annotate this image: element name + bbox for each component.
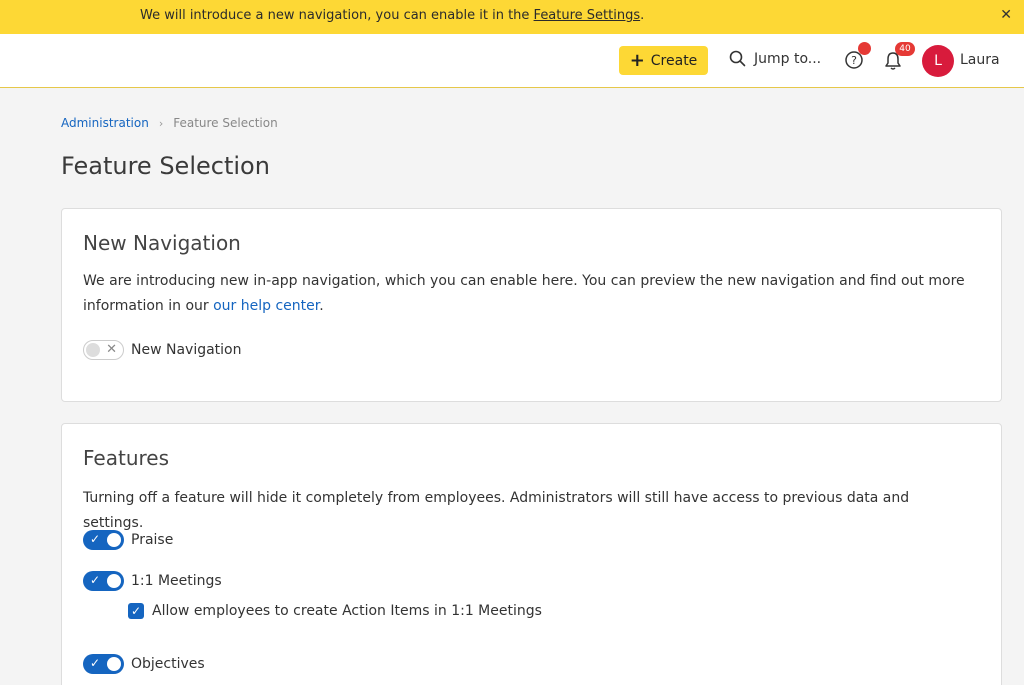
feature-row-praise: ✓ Praise	[83, 530, 173, 550]
help-notification-dot	[858, 42, 871, 55]
new-navigation-card: New Navigation We are introducing new in…	[61, 208, 1002, 402]
feature-settings-link[interactable]: Feature Settings	[534, 8, 641, 23]
new-navigation-desc-end: .	[319, 298, 324, 314]
new-navigation-toggle-row: ✕ New Navigation	[83, 340, 242, 360]
create-label: Create	[650, 52, 698, 69]
breadcrumb-current: Feature Selection	[173, 116, 278, 130]
svg-text:?: ?	[851, 54, 857, 67]
features-title: Features	[83, 446, 169, 470]
objectives-label: Objectives	[131, 656, 205, 672]
action-items-label: Allow employees to create Action Items i…	[152, 603, 542, 619]
plus-icon: +	[629, 49, 645, 71]
features-card: Features Turning off a feature will hide…	[61, 423, 1002, 685]
praise-toggle[interactable]: ✓	[83, 530, 124, 550]
jump-to-search[interactable]: Jump to...	[729, 50, 821, 67]
page-title: Feature Selection	[61, 152, 270, 180]
toggle-knob	[86, 343, 100, 357]
create-button[interactable]: + Create	[619, 46, 708, 75]
features-description: Turning off a feature will hide it compl…	[83, 490, 910, 531]
top-navigation-bar: + Create Jump to... ? L Laura	[0, 34, 1024, 88]
notification-count-badge: 40	[895, 42, 915, 56]
jump-to-label: Jump to...	[754, 50, 822, 67]
toggle-knob	[107, 574, 121, 588]
announcement-banner: We will introduce a new navigation, you …	[0, 0, 1024, 34]
banner-text: We will introduce a new navigation, you …	[140, 8, 534, 23]
check-icon: ✓	[90, 573, 101, 587]
check-icon: ✓	[90, 656, 101, 670]
close-icon: ✕	[106, 342, 117, 357]
search-icon	[729, 50, 746, 67]
new-navigation-description: We are introducing new in-app navigation…	[83, 269, 973, 319]
meetings-toggle[interactable]: ✓	[83, 571, 124, 591]
action-items-option-row: ✓ Allow employees to create Action Items…	[128, 603, 542, 619]
banner-message: We will introduce a new navigation, you …	[140, 8, 644, 23]
help-center-link[interactable]: our help center	[213, 298, 319, 314]
close-icon[interactable]: ✕	[1000, 7, 1012, 23]
new-navigation-toggle[interactable]: ✕	[83, 340, 124, 360]
toggle-knob	[107, 533, 121, 547]
praise-label: Praise	[131, 532, 174, 548]
objectives-toggle[interactable]: ✓	[83, 654, 124, 674]
breadcrumb-administration[interactable]: Administration	[61, 116, 149, 130]
meetings-label: 1:1 Meetings	[131, 573, 222, 589]
banner-suffix: .	[640, 8, 645, 23]
new-navigation-title: New Navigation	[83, 231, 241, 255]
breadcrumb: Administration › Feature Selection	[61, 116, 278, 130]
feature-row-meetings: ✓ 1:1 Meetings	[83, 571, 222, 591]
new-navigation-toggle-label: New Navigation	[131, 342, 242, 358]
avatar[interactable]: L	[922, 45, 954, 77]
toggle-knob	[107, 657, 121, 671]
chevron-right-icon: ›	[158, 116, 164, 130]
user-name[interactable]: Laura	[960, 52, 1000, 68]
feature-row-objectives: ✓ Objectives	[83, 654, 205, 674]
action-items-checkbox[interactable]: ✓	[128, 603, 144, 619]
check-icon: ✓	[90, 532, 101, 546]
